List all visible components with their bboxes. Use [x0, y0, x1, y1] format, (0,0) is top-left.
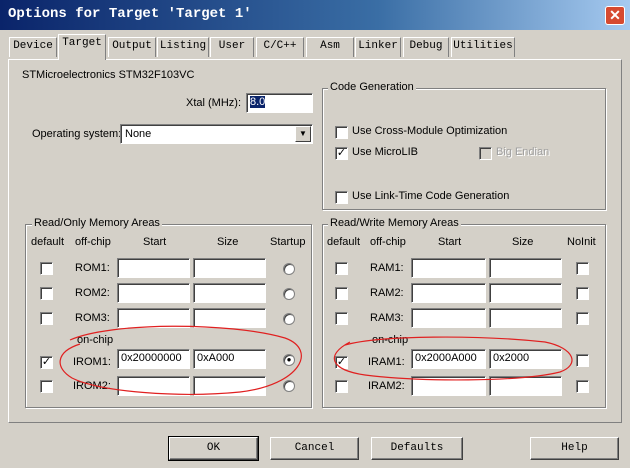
annotation-overlay	[59, 325, 573, 395]
ok-button[interactable]: OK	[168, 436, 259, 461]
irom-annotation-ellipse	[59, 325, 302, 395]
iram-annotation-ellipse	[333, 336, 573, 381]
tab-target[interactable]: Target	[58, 34, 106, 60]
tab-label: Target	[62, 37, 102, 49]
help-button[interactable]: Help	[530, 437, 619, 460]
cancel-button[interactable]: Cancel	[270, 437, 359, 460]
defaults-button[interactable]: Defaults	[371, 437, 463, 460]
